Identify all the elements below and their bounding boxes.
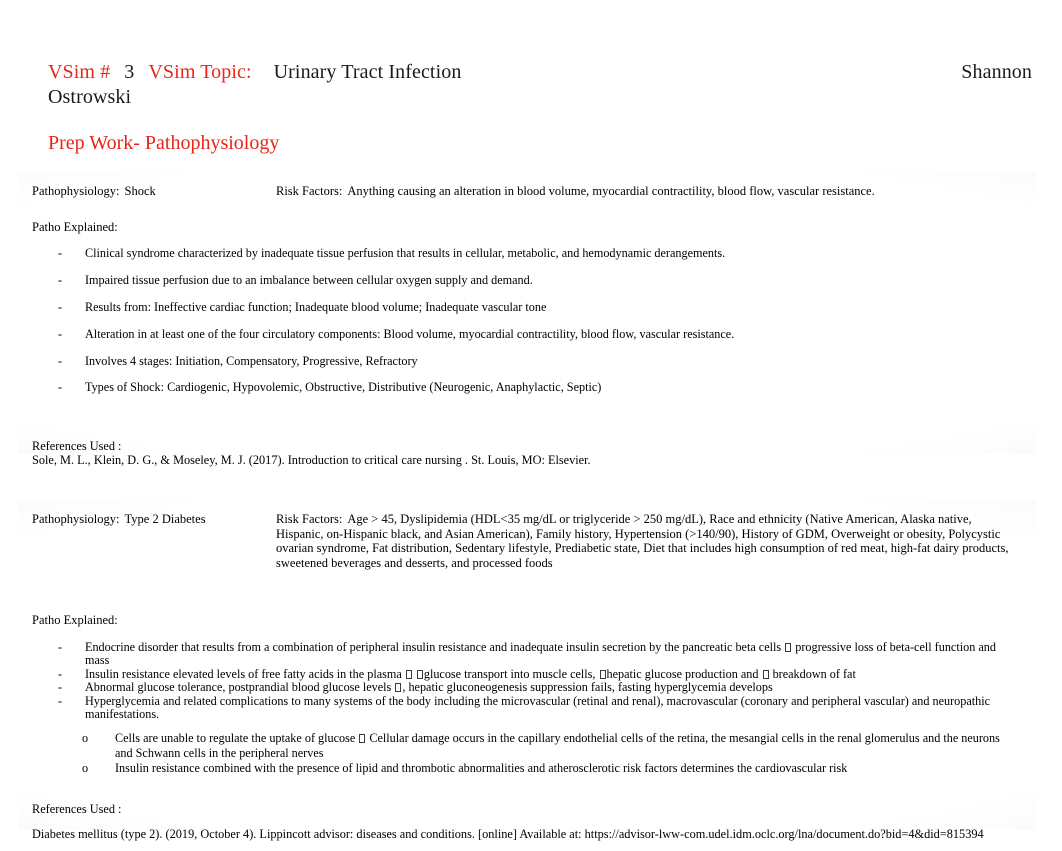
dash-marker: - <box>58 639 63 654</box>
list-item: - Results from: Ineffective cardiac funct… <box>58 299 1020 315</box>
list-item: - Clinical syndrome characterized by inad… <box>58 246 1020 261</box>
missing-glyph-icon <box>416 669 423 679</box>
student-first-name: Shannon <box>961 61 1032 83</box>
pathophysiology-label: Pathophysiology: <box>32 184 120 198</box>
pathophysiology-value: Shock <box>124 184 156 198</box>
dash-marker: - <box>58 380 63 395</box>
risk-factors-label: Risk Factors: <box>276 184 343 198</box>
student-last-name-line: Ostrowski <box>48 85 1032 110</box>
references-label: References Used : <box>32 801 122 816</box>
pathophysiology-value: Type 2 Diabetes <box>124 512 206 526</box>
missing-glyph-icon <box>762 669 769 679</box>
list-item-text: Cells are unable to regulate the uptake … <box>115 731 1000 760</box>
dash-marker: - <box>58 299 63 314</box>
vsim-number-value: 3 <box>124 61 135 83</box>
circle-marker: o <box>82 761 89 776</box>
card-meta-row: Pathophysiology: Shock Risk Factors: Anyth… <box>32 184 1020 199</box>
pathophysiology-field: Pathophysiology: Type 2 Diabetes <box>32 512 276 527</box>
missing-glyph-icon <box>359 734 366 744</box>
risk-factors-field: Risk Factors: Age > 45, Dyslipidemia (HDL… <box>276 512 1020 570</box>
list-item: - Alteration in at least one of the four … <box>58 326 1020 342</box>
card-meta-row: Pathophysiology: Type 2 Diabetes Risk Fac… <box>32 512 1020 570</box>
risk-factors-value: Anything causing an alteration in blood … <box>347 184 875 198</box>
pathophysiology-card-diabetes: Pathophysiology: Type 2 Diabetes Risk Fac… <box>18 500 1036 841</box>
page-subtitle: Prep Work- Pathophysiology <box>48 132 280 154</box>
list-item: - Abnormal glucose tolerance, postprandia… <box>58 680 1020 695</box>
dash-marker: - <box>58 680 63 695</box>
list-item-text: Hyperglycemia and related complications … <box>85 693 991 722</box>
risk-factors-label: Risk Factors: <box>276 512 343 526</box>
list-item-text: Clinical syndrome characterized by inade… <box>85 246 726 260</box>
list-item: - Hyperglycemia and related complications… <box>58 693 1020 722</box>
list-item: - Types of Shock: Cardiogenic, Hypovolemi… <box>58 381 1020 395</box>
risk-factors-value: Age > 45, Dyslipidemia (HDL<35 mg/dL or … <box>276 512 1009 570</box>
list-item: - Endocrine disorder that results from a … <box>58 639 1020 668</box>
document-header: Shannon VSim # 3 VSim Topic: Urinary Tract … <box>0 0 1062 155</box>
diabetes-sub-bullet-list: o Cells are unable to regulate the uptake… <box>32 731 1020 776</box>
dash-marker: - <box>58 666 63 681</box>
list-item-text: Impaired tissue perfusion due to an imba… <box>85 272 533 287</box>
title-line: Shannon VSim # 3 VSim Topic: Urinary Tract … <box>48 60 1032 85</box>
vsim-topic-label: VSim Topic: <box>148 61 252 83</box>
pathophysiology-label: Pathophysiology: <box>32 512 120 526</box>
dash-marker: - <box>58 246 63 260</box>
list-item-text: Results from: Ineffective cardiac functi… <box>85 299 547 314</box>
references-label: References Used : <box>32 439 122 454</box>
shock-bullet-list: - Clinical syndrome characterized by inad… <box>32 246 1020 395</box>
list-item-text: Types of Shock: Cardiogenic, Hypovolemic… <box>85 380 602 395</box>
list-item-text: Endocrine disorder that results from a c… <box>85 639 996 668</box>
missing-glyph-icon <box>395 683 402 693</box>
dash-marker: - <box>58 272 63 287</box>
patho-explained-label: Patho Explained: <box>32 219 118 234</box>
missing-glyph-icon <box>405 669 412 679</box>
list-item: - Involves 4 stages: Initiation, Compensa… <box>58 353 1020 369</box>
reference-entry: Sole, M. L., Klein, D. G., & Moseley, M.… <box>32 453 591 468</box>
list-item-text: Alteration in at least one of the four c… <box>85 326 735 341</box>
list-item: o Cells are unable to regulate the uptake… <box>82 731 1020 760</box>
dash-marker: - <box>58 693 63 708</box>
list-item: - Impaired tissue perfusion due to an imb… <box>58 272 1020 288</box>
pathophysiology-field: Pathophysiology: Shock <box>32 184 276 199</box>
diabetes-bullet-list: - Endocrine disorder that results from a … <box>32 639 1020 723</box>
pathophysiology-card-shock: Pathophysiology: Shock Risk Factors: Anyth… <box>18 172 1036 467</box>
references-section: References Used : Diabetes mellitus (typ… <box>32 802 1020 841</box>
risk-factors-field: Risk Factors: Anything causing an alterat… <box>276 184 1020 199</box>
vsim-topic-value: Urinary Tract Infection <box>273 61 462 83</box>
references-section: References Used : Sole, M. L., Klein, D.… <box>32 439 1020 467</box>
list-item-text: Involves 4 stages: Initiation, Compensat… <box>85 353 418 368</box>
list-item-text: Insulin resistance elevated levels of fr… <box>85 666 856 681</box>
patho-explained-label: Patho Explained: <box>32 613 118 627</box>
list-item-text: Abnormal glucose tolerance, postprandial… <box>85 680 773 695</box>
missing-glyph-icon <box>599 669 606 679</box>
missing-glyph-icon <box>785 642 792 652</box>
dash-marker: - <box>58 353 63 368</box>
student-last-name: Ostrowski <box>48 86 132 108</box>
list-item: o Insulin resistance combined with the pr… <box>82 761 1020 776</box>
vsim-number-label: VSim # <box>48 61 111 83</box>
dash-marker: - <box>58 326 63 341</box>
list-item-text: Insulin resistance combined with the pre… <box>115 761 848 776</box>
circle-marker: o <box>82 731 89 746</box>
list-item: - Insulin resistance elevated levels of f… <box>58 666 1020 682</box>
reference-entry: Diabetes mellitus (type 2). (2019, Octob… <box>32 826 984 841</box>
